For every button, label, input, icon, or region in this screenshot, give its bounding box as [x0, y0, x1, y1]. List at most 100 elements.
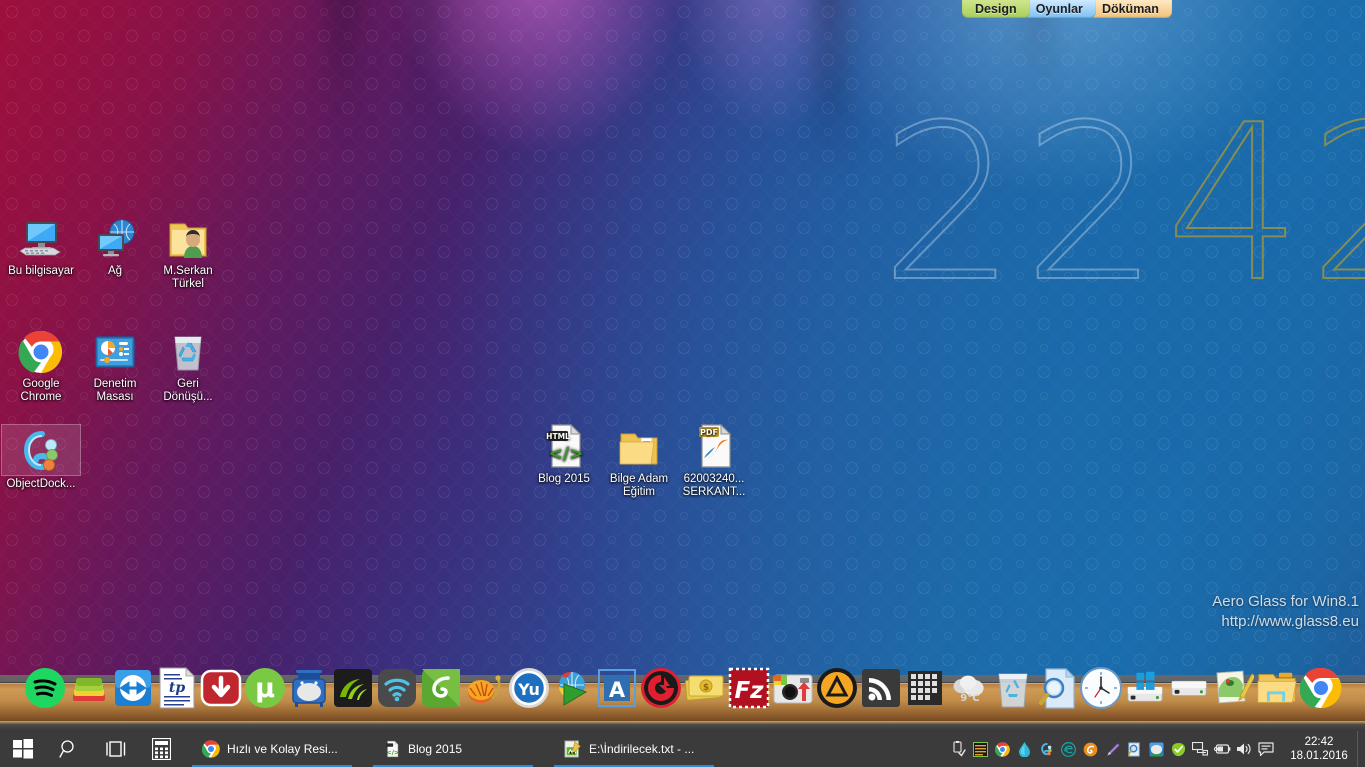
search-button[interactable] [46, 731, 92, 767]
dock-item-rss[interactable] [860, 667, 902, 709]
objectdock-icon [1, 424, 81, 476]
desktop-icon-google-chrome[interactable]: Google Chrome [2, 325, 80, 403]
dock-item-spotify[interactable] [24, 667, 66, 709]
tab-dokuman[interactable]: Döküman [1088, 0, 1172, 18]
desktop-icon-label: Geri Dönüşü... [163, 378, 213, 403]
calculator-button[interactable] [138, 731, 184, 767]
teamviewer-blue-icon[interactable] [1145, 731, 1167, 767]
battery-icon[interactable] [1211, 731, 1233, 767]
dock-item-wifi[interactable] [376, 667, 418, 709]
dock-item-triangle[interactable] [816, 667, 858, 709]
desktop-icon-label: Ağ [107, 265, 123, 277]
spreadsheet-icon[interactable] [969, 731, 991, 767]
chrome-icon [201, 740, 220, 758]
orange-swirl-icon[interactable] [1079, 731, 1101, 767]
show-desktop-button[interactable] [1357, 731, 1365, 767]
dock-item-tv-character[interactable] [288, 667, 330, 709]
desktop-icon-label: M.Serkan Türkel [163, 265, 213, 290]
taskbar-window-blog-2015[interactable]: </> Blog 2015 [373, 731, 533, 767]
dock-item-tp-document[interactable]: tp [156, 667, 198, 709]
desktop-icon-recycle-bin[interactable]: Geri Dönüşü... [149, 325, 227, 403]
notepadpp-icon [564, 740, 582, 758]
dock-item-weather[interactable]: 9°C [948, 667, 990, 709]
desktop-icon-objectdock[interactable]: ObjectDock... [1, 424, 81, 491]
svg-text:tp: tp [168, 680, 184, 696]
dock-item-paint[interactable] [1212, 667, 1254, 709]
html-file-icon: HTML </> [525, 420, 603, 470]
dock-item-calendar[interactable] [904, 667, 946, 709]
taskbar-window-chrome[interactable]: Hızlı ve Kolay Resi... [192, 731, 352, 767]
calculator-icon [151, 738, 171, 760]
top-tab-strip: Design Oyunlar Döküman [962, 0, 1172, 18]
dock-item-drum[interactable] [464, 667, 506, 709]
svg-text:µ: µ [255, 673, 275, 704]
volume-icon[interactable] [1233, 731, 1255, 767]
dock-item-folder-open[interactable] [1256, 667, 1298, 709]
chrome-icon [2, 325, 80, 375]
svg-text:</>: </> [549, 444, 584, 464]
tab-oyunlar[interactable]: Oyunlar [1022, 0, 1096, 18]
dock-item-nvidia[interactable] [332, 667, 374, 709]
dock-item-teamviewer[interactable] [112, 667, 154, 709]
big-clock-hours: 22 [879, 78, 1166, 329]
dock-item-utorrent[interactable]: µ [244, 667, 286, 709]
desktop-icon-bilge-adam[interactable]: Bilge Adam Eğitim [600, 420, 678, 498]
svg-text:</>: </> [386, 748, 399, 756]
dock-item-money[interactable]: $ [684, 667, 726, 709]
objectdock[interactable]: tp µ Yu A $ Fz 9°C [0, 659, 1365, 731]
dock-item-recycle-bin[interactable] [992, 667, 1034, 709]
tab-design[interactable]: Design [962, 0, 1030, 18]
svg-text:Yu: Yu [517, 680, 540, 699]
taskbar-clock[interactable]: 22:42 18.01.2016 [1281, 731, 1357, 767]
dock-item-folder-stack[interactable] [68, 667, 110, 709]
desktop-icon-ag[interactable]: Ağ [76, 212, 154, 278]
pen-icon[interactable] [1101, 731, 1123, 767]
taskbar: Hızlı ve Kolay Resi... </> Blog 2015 E:\… [0, 731, 1365, 767]
dock-item-gamebooster[interactable] [640, 667, 682, 709]
svg-text:Fz: Fz [734, 678, 764, 704]
big-clock-minutes: 42 [1165, 78, 1365, 329]
notifications-icon[interactable] [1255, 731, 1277, 767]
dock-item-yu[interactable]: Yu [508, 667, 550, 709]
desktop-icon-control-panel[interactable]: Denetim Masası [76, 325, 154, 403]
dock-item-drive[interactable] [1168, 667, 1210, 709]
chrome-icon[interactable] [991, 731, 1013, 767]
svg-text:$: $ [702, 683, 708, 693]
dock-item-instagram[interactable] [772, 667, 814, 709]
desktop-icon-pdf-file[interactable]: PDF 62003240... SERKANT... [675, 420, 753, 498]
desktop-icon-label: Blog 2015 [538, 473, 590, 485]
taskbar-window-notepadpp[interactable]: E:\İndirilecek.txt - ... [554, 731, 714, 767]
dock-item-search-doc[interactable] [1036, 667, 1078, 709]
pdf-file-icon: PDF [675, 420, 753, 470]
desktop-icon-label: ObjectDock... [6, 478, 76, 490]
dock-item-download[interactable] [200, 667, 242, 709]
dock-item-clock[interactable] [1079, 667, 1122, 709]
svg-text:9°C: 9°C [960, 693, 979, 704]
taskbar-window-label: Blog 2015 [408, 742, 463, 756]
start-button[interactable] [0, 731, 46, 767]
usb-eject-icon[interactable] [947, 731, 969, 767]
objectdock-icon[interactable] [1035, 731, 1057, 767]
dock-item-chrome[interactable] [1299, 667, 1342, 709]
magnifier-doc-icon[interactable] [1123, 731, 1145, 767]
edge-icon[interactable] [1057, 731, 1079, 767]
desktop-icon-bu-bilgisayar[interactable]: Bu bilgisayar [2, 212, 80, 278]
system-tray [947, 731, 1281, 767]
watermark-title: Aero Glass for Win8.1 [1212, 592, 1359, 610]
waterdrop-icon[interactable] [1013, 731, 1035, 767]
green-check-icon[interactable] [1167, 731, 1189, 767]
dock-item-windows-drive[interactable] [1124, 667, 1166, 709]
dock-item-idm[interactable] [552, 667, 594, 709]
user-folder-icon [149, 212, 227, 262]
dock-item-acronis[interactable]: A [596, 667, 638, 709]
recycle-bin-icon [149, 325, 227, 375]
network-icon [76, 212, 154, 262]
dock-item-filezilla[interactable]: Fz [728, 667, 770, 709]
desktop-icon-blog-2015[interactable]: HTML </> Blog 2015 [525, 420, 603, 486]
task-view-button[interactable] [92, 731, 138, 767]
tab-oyunlar-label: Oyunlar [1035, 2, 1083, 16]
dock-item-supercopier[interactable] [420, 667, 462, 709]
taskbar-window-buttons: Hızlı ve Kolay Resi... </> Blog 2015 E:\… [184, 731, 947, 767]
network-icon[interactable] [1189, 731, 1211, 767]
desktop-icon-user-folder[interactable]: M.Serkan Türkel [149, 212, 227, 290]
